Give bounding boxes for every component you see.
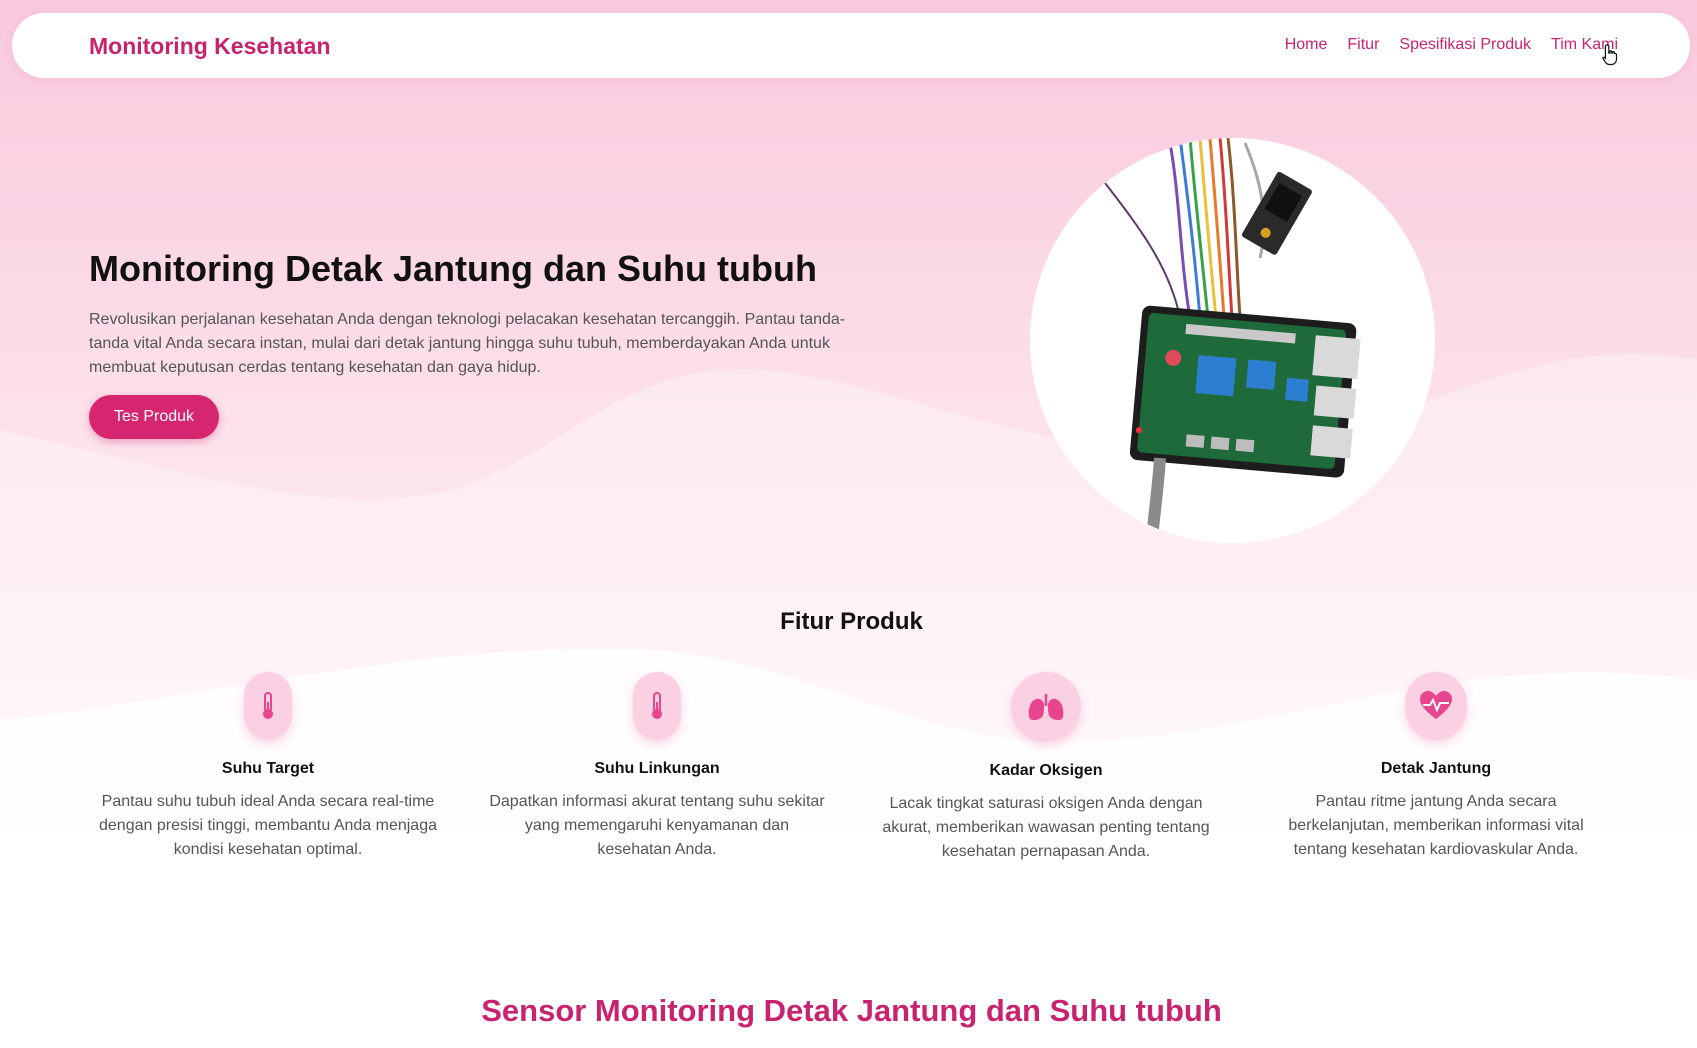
nav-links: Home Fitur Spesifikasi Produk Tim Kami <box>1285 36 1618 54</box>
hero-title: Monitoring Detak Jantung dan Suhu tubuh <box>89 248 817 289</box>
feature-title: Detak Jantung <box>1380 760 1492 777</box>
lungs-icon <box>1011 672 1081 742</box>
nav-link-spesifikasi-produk[interactable]: Spesifikasi Produk <box>1399 36 1531 54</box>
feature-description: Pantau ritme jantung Anda secara berkela… <box>1288 793 1584 858</box>
feature-description: Pantau suhu tubuh ideal Anda secara real… <box>99 793 437 858</box>
hand-cursor-icon <box>1602 44 1618 66</box>
navbar: Monitoring Kesehatan Home Fitur Spesifik… <box>12 13 1690 78</box>
heartbeat-icon <box>1405 672 1467 740</box>
product-image <box>1030 138 1435 543</box>
feature-card: Suhu Target Pantau suhu tubuh ideal Anda… <box>88 672 448 862</box>
nav-link-fitur[interactable]: Fitur <box>1347 36 1379 54</box>
feature-description: Dapatkan informasi akurat tentang suhu s… <box>489 793 825 858</box>
tes-produk-button[interactable]: Tes Produk <box>89 395 219 439</box>
sensor-section-title: Sensor Monitoring Detak Jantung dan Suhu… <box>481 993 1222 1028</box>
feature-title: Suhu Target <box>221 760 315 777</box>
feature-title: Suhu Linkungan <box>594 760 720 777</box>
raspberry-pi-illustration <box>1030 138 1435 543</box>
feature-card: Detak Jantung Pantau ritme jantung Anda … <box>1256 672 1616 862</box>
feature-title: Kadar Oksigen <box>989 762 1103 779</box>
nav-link-home[interactable]: Home <box>1285 36 1328 54</box>
feature-card: Kadar Oksigen Lacak tingkat saturasi oks… <box>866 672 1226 864</box>
feature-description: Lacak tingkat saturasi oksigen Anda deng… <box>882 795 1210 860</box>
features-title: Fitur Produk <box>780 608 923 635</box>
thermometer-icon <box>244 672 292 740</box>
feature-card: Suhu Linkungan Dapatkan informasi akurat… <box>477 672 837 862</box>
hero-description: Revolusikan perjalanan kesehatan Anda de… <box>89 311 846 376</box>
wave-background <box>0 354 1697 1048</box>
brand-logo-text[interactable]: Monitoring Kesehatan <box>89 33 331 60</box>
thermometer-icon <box>633 672 681 740</box>
